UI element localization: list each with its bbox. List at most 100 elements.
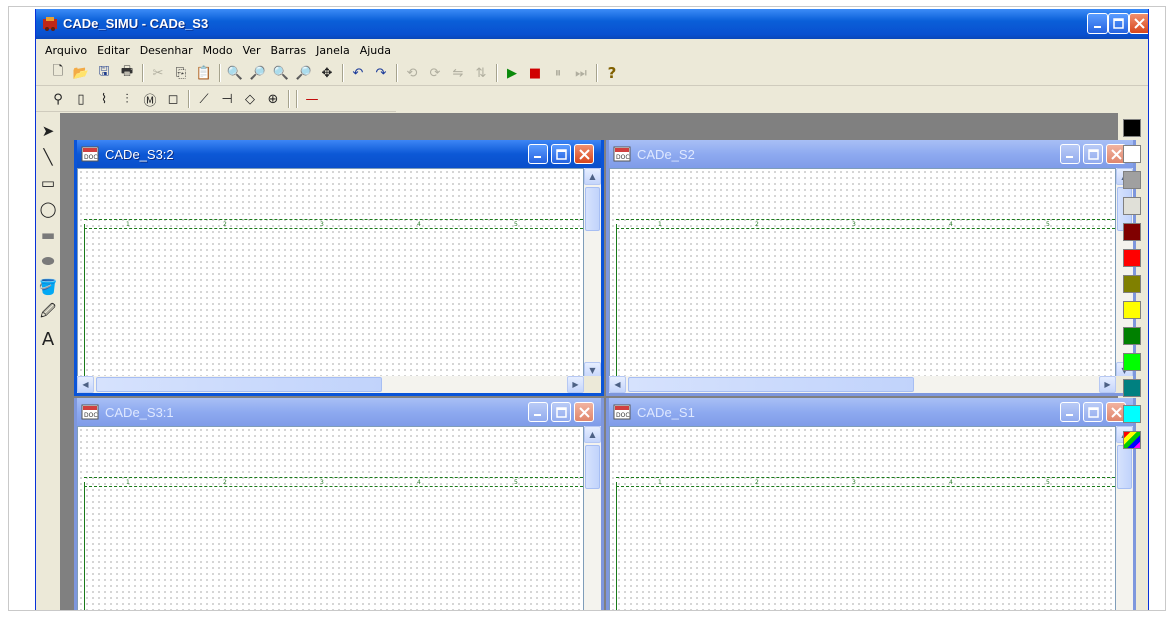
color-swatch-1[interactable]	[1123, 119, 1141, 137]
horizontal-scrollbar[interactable]: ◀ ▶	[77, 376, 584, 393]
drawing-canvas[interactable]: 123456	[609, 168, 1116, 379]
child-minimize-button[interactable]	[1060, 144, 1080, 164]
child-window-2[interactable]: DOCCADe_S2123456▲▼◀▶	[606, 140, 1136, 396]
scroll-thumb[interactable]	[628, 377, 914, 392]
menu-janela[interactable]: Janela	[311, 44, 355, 57]
color-swatch-4[interactable]	[1123, 197, 1141, 215]
color-swatch-5[interactable]	[1123, 223, 1141, 241]
menu-ver[interactable]: Ver	[238, 44, 266, 57]
child-window-3[interactable]: DOCCADe_S3:1123456▲▼	[74, 398, 604, 610]
pushbutton-button[interactable]: ⊣	[217, 89, 237, 109]
open-folder-button[interactable]: 📂	[71, 63, 91, 83]
filled-rectangle-tool[interactable]: ▬	[38, 223, 58, 247]
motor-button[interactable]: Ⓜ	[140, 89, 160, 109]
drawing-canvas[interactable]: 123456	[609, 426, 1116, 610]
child-titlebar[interactable]: DOC CADe_S1	[609, 398, 1133, 426]
rotate-left-button[interactable]: ⟲	[402, 63, 422, 83]
cut-button[interactable]: ✂	[148, 63, 168, 83]
child-maximize-button[interactable]	[1083, 402, 1103, 422]
pause-button[interactable]: ⏸	[548, 63, 568, 83]
minimize-button[interactable]	[1087, 13, 1108, 34]
scroll-thumb[interactable]	[585, 445, 600, 489]
breaker-button[interactable]: ⌇	[94, 89, 114, 109]
color-swatch-6[interactable]	[1123, 249, 1141, 267]
filled-ellipse-tool[interactable]: ⬬	[38, 249, 58, 273]
undo-button[interactable]: ↶	[348, 63, 368, 83]
color-swatch-11[interactable]	[1123, 379, 1141, 397]
rotate-right-button[interactable]: ⟳	[425, 63, 445, 83]
menu-modo[interactable]: Modo	[198, 44, 238, 57]
contactor-button[interactable]: ◻	[163, 89, 183, 109]
color-swatch-8[interactable]	[1123, 301, 1141, 319]
mirror-button[interactable]: ⇋	[448, 63, 468, 83]
drawing-canvas[interactable]: 123456	[77, 426, 584, 610]
resize-grip[interactable]	[584, 376, 601, 393]
color-swatch-9[interactable]	[1123, 327, 1141, 345]
redo-button[interactable]: ↷	[371, 63, 391, 83]
child-titlebar[interactable]: DOC CADe_S3:2	[77, 140, 601, 168]
play-button[interactable]: ▶	[502, 63, 522, 83]
line-tool[interactable]: ╲	[38, 145, 58, 169]
color-swatch-7[interactable]	[1123, 275, 1141, 293]
paste-button[interactable]: 📋	[194, 63, 214, 83]
color-swatch-13[interactable]	[1123, 431, 1141, 449]
rectangle-tool[interactable]: ▭	[38, 171, 58, 195]
horizontal-scrollbar[interactable]: ◀ ▶	[609, 376, 1116, 393]
menu-editar[interactable]: Editar	[92, 44, 135, 57]
scroll-thumb[interactable]	[96, 377, 382, 392]
drawing-canvas[interactable]: 123456	[77, 168, 584, 379]
color-swatch-10[interactable]	[1123, 353, 1141, 371]
child-close-button[interactable]	[574, 144, 594, 164]
power-supply-button[interactable]: ⚲	[48, 89, 68, 109]
child-titlebar[interactable]: DOC CADe_S3:1	[77, 398, 601, 426]
color-swatch-3[interactable]	[1123, 171, 1141, 189]
maximize-button[interactable]	[1108, 13, 1129, 34]
scroll-thumb[interactable]	[585, 187, 600, 231]
child-window-1[interactable]: DOCCADe_S3:2123456▲▼◀▶	[74, 140, 604, 396]
zoom-fit-button[interactable]: 🔍	[271, 63, 291, 83]
child-maximize-button[interactable]	[1083, 144, 1103, 164]
fill-bucket-tool[interactable]: 🪣	[38, 275, 58, 299]
vertical-scrollbar[interactable]: ▲▼	[584, 426, 601, 610]
child-maximize-button[interactable]	[551, 402, 571, 422]
pan-button[interactable]: ✥	[317, 63, 337, 83]
step-button[interactable]: ⏭	[571, 63, 591, 83]
menu-ajuda[interactable]: Ajuda	[355, 44, 396, 57]
menu-desenhar[interactable]: Desenhar	[135, 44, 198, 57]
menu-barras[interactable]: Barras	[266, 44, 312, 57]
app-icon[interactable]	[42, 16, 58, 32]
new-file-button[interactable]: 🗋	[48, 63, 68, 83]
help-button[interactable]: ?	[602, 63, 622, 83]
stop-button[interactable]: ■	[525, 63, 545, 83]
zoom-window-button[interactable]: 🔎	[294, 63, 314, 83]
motor-protector-button[interactable]: ⫶	[117, 89, 137, 109]
menu-arquivo[interactable]: Arquivo	[40, 44, 92, 57]
flip-button[interactable]: ⇅	[471, 63, 491, 83]
sensor-button[interactable]: ◇	[240, 89, 260, 109]
scroll-left-button[interactable]: ◀	[609, 376, 626, 393]
app-titlebar[interactable]: CADe_SIMU - CADe_S3	[36, 9, 1148, 39]
child-maximize-button[interactable]	[551, 144, 571, 164]
child-minimize-button[interactable]	[528, 402, 548, 422]
select-arrow-tool[interactable]: ➤	[38, 119, 58, 143]
fuse-button[interactable]: ▯	[71, 89, 91, 109]
vertical-scrollbar[interactable]: ▲▼	[584, 168, 601, 379]
scroll-up-button[interactable]: ▲	[584, 168, 601, 185]
wire-button[interactable]: —	[302, 89, 322, 109]
child-minimize-button[interactable]	[528, 144, 548, 164]
copy-button[interactable]: ⎘	[171, 63, 191, 83]
child-titlebar[interactable]: DOC CADe_S2	[609, 140, 1133, 168]
child-minimize-button[interactable]	[1060, 402, 1080, 422]
save-button[interactable]: 🖫	[94, 63, 114, 83]
print-button[interactable]: 🖶	[117, 63, 137, 83]
color-picker-tool[interactable]: 🖉	[38, 301, 58, 325]
scroll-left-button[interactable]: ◀	[77, 376, 94, 393]
child-window-4[interactable]: DOCCADe_S1123456▲▼	[606, 398, 1136, 610]
scroll-right-button[interactable]: ▶	[567, 376, 584, 393]
ellipse-tool[interactable]: ◯	[38, 197, 58, 221]
scroll-right-button[interactable]: ▶	[1099, 376, 1116, 393]
text-tool[interactable]: A	[38, 327, 58, 351]
scroll-up-button[interactable]: ▲	[584, 426, 601, 443]
relay-coil-button[interactable]: ⊕	[263, 89, 283, 109]
child-close-button[interactable]	[574, 402, 594, 422]
